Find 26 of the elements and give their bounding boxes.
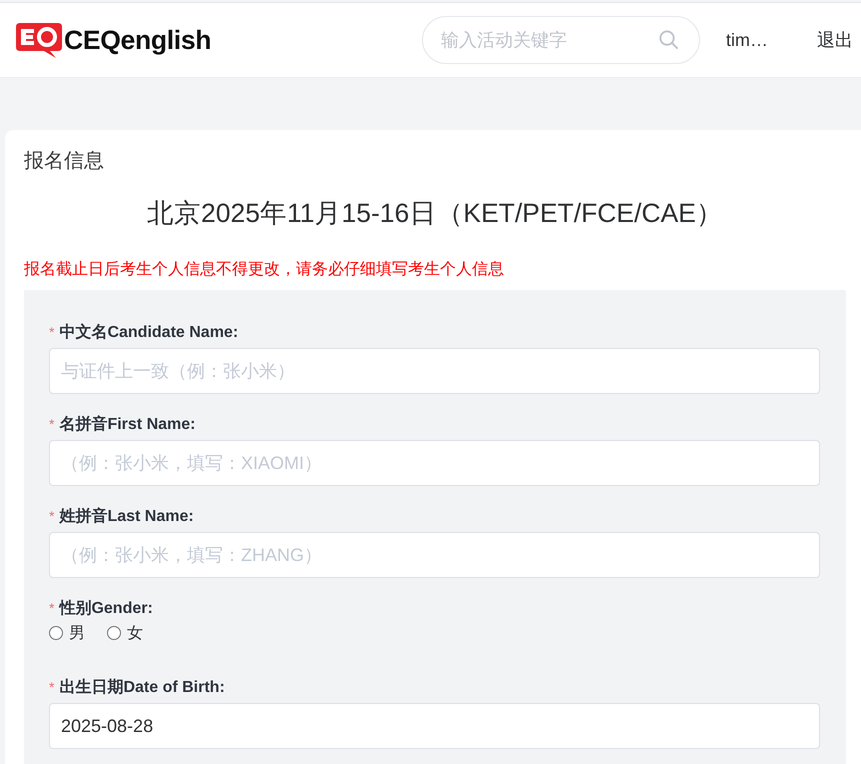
field-label: 中文名Candidate Name: bbox=[59, 322, 238, 342]
radio-option[interactable]: 男 bbox=[49, 622, 85, 644]
input-field[interactable]: （例：张小米，填写：XIAOMI） bbox=[49, 440, 820, 486]
date-field[interactable]: 2025-08-28 bbox=[49, 703, 820, 749]
required-asterisk: * bbox=[49, 324, 54, 340]
field-label: 性别Gender: bbox=[59, 598, 153, 618]
radio-icon[interactable] bbox=[49, 626, 63, 640]
radio-option[interactable]: 女 bbox=[107, 622, 143, 644]
required-asterisk: * bbox=[49, 600, 54, 616]
warning-notice: 报名截止日后考生个人信息不得更改，请务必仔细填写考生个人信息 bbox=[24, 260, 505, 280]
field-label: 姓拼音Last Name: bbox=[59, 506, 194, 526]
input-field[interactable]: 与证件上一致（例：张小米） bbox=[49, 348, 820, 394]
field-label: 出生日期Date of Birth: bbox=[59, 678, 225, 698]
input-field[interactable]: （例：张小米，填写：ZHANG） bbox=[49, 532, 820, 578]
radio-icon[interactable] bbox=[107, 626, 121, 640]
required-asterisk: * bbox=[49, 508, 54, 524]
logo-text: CEQenglish bbox=[64, 24, 212, 56]
required-asterisk: * bbox=[49, 416, 54, 432]
required-asterisk: * bbox=[49, 679, 54, 695]
user-name-link[interactable]: tim… bbox=[726, 30, 768, 50]
search-field[interactable]: 输入活动关键字 bbox=[422, 16, 700, 64]
logo-icon bbox=[16, 21, 62, 59]
section-heading: 报名信息 bbox=[24, 149, 105, 173]
field-label: 名拼音First Name: bbox=[59, 414, 196, 434]
event-title: 北京2025年11月15-16日（KET/PET/FCE/CAE） bbox=[146, 197, 724, 229]
logout-link[interactable]: 退出 bbox=[817, 28, 853, 52]
